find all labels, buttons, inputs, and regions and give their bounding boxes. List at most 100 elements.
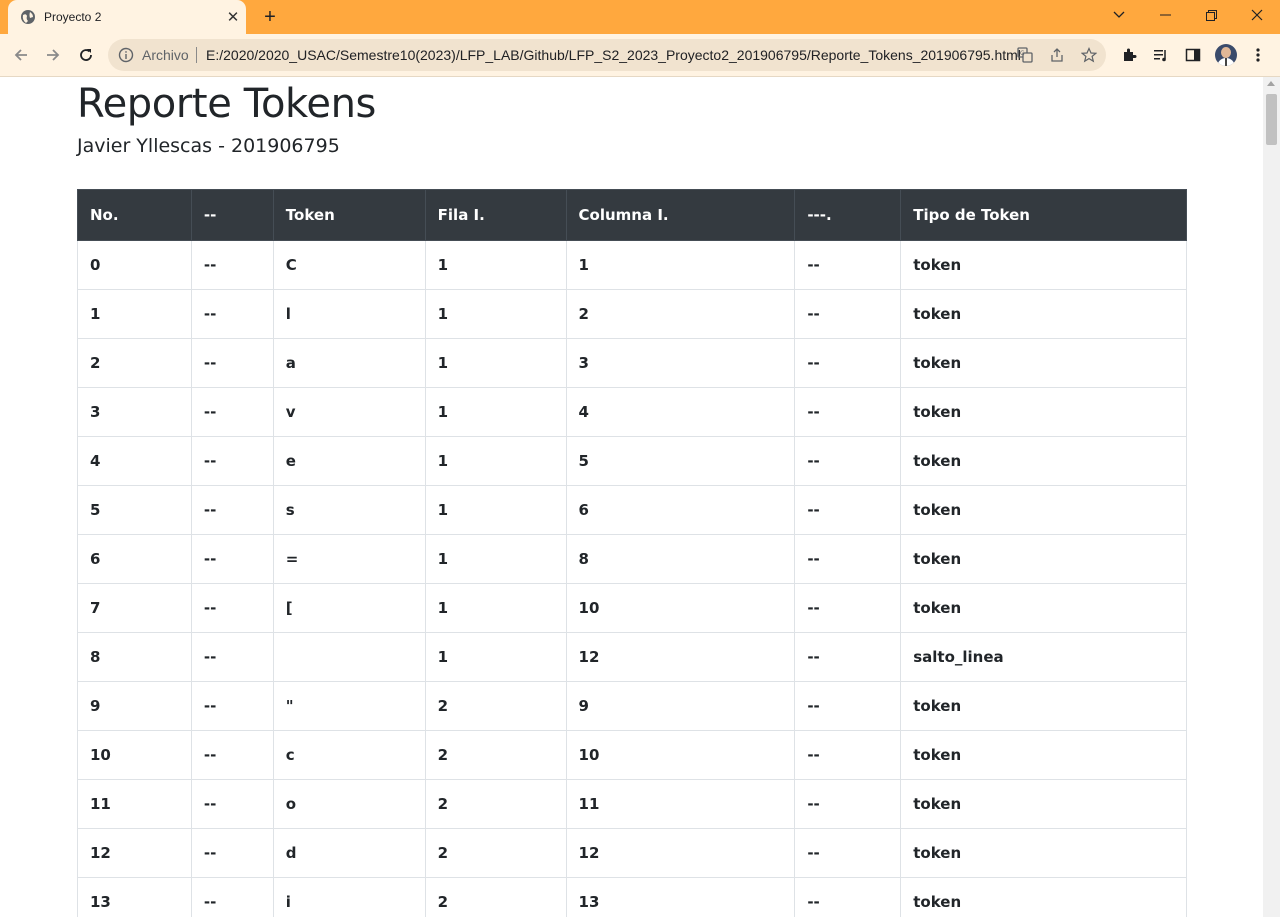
cell-token: " [272, 681, 426, 731]
cell-separator-2: -- [794, 730, 902, 780]
browser-tab[interactable]: Proyecto 2 ✕ [8, 0, 246, 34]
cell-no: 11 [77, 779, 192, 829]
cell-no: 10 [77, 730, 192, 780]
cell-no: 4 [77, 436, 192, 486]
cell-token: e [272, 436, 426, 486]
cell-tipo-token: token [900, 387, 1187, 437]
cell-fila: 1 [424, 338, 567, 388]
cell-separator-1: -- [190, 779, 274, 829]
cell-no: 13 [77, 877, 192, 917]
header-no: No. [77, 189, 192, 241]
cell-tipo-token: token [900, 240, 1187, 290]
cell-tipo-token: token [900, 681, 1187, 731]
table-row: 7 --[1 10 -- token [77, 583, 1187, 633]
cell-fila: 1 [424, 240, 567, 290]
cell-token: = [272, 534, 426, 584]
table-row: 10 -- c 2 10 -- token [77, 730, 1187, 780]
cell-separator-2: -- [794, 632, 902, 682]
tab-search-icon[interactable] [1096, 0, 1142, 30]
url-text[interactable]: E:/2020/2020_USAC/Semestre10(2023)/LFP_L… [206, 47, 1021, 63]
table-row: 2 -- a 1 3 -- token [77, 338, 1187, 388]
cell-no: 2 [77, 338, 192, 388]
cell-tipo-token: salto_linea [900, 632, 1187, 682]
vertical-scrollbar[interactable] [1263, 77, 1280, 917]
header-token: Token [272, 189, 426, 241]
cell-separator-2: -- [794, 828, 902, 878]
cell-columna: 11 [565, 779, 796, 829]
cell-separator-1: -- [190, 583, 274, 633]
cell-columna: 10 [565, 730, 796, 780]
menu-icon[interactable] [1248, 45, 1268, 65]
restore-button[interactable] [1188, 0, 1234, 30]
table-row: 3 -- v 1 4 -- token [77, 387, 1187, 437]
tokens-table: No. -- Token Fila I. Columna I. ---. Tipo de T… [77, 189, 1187, 917]
extensions-icon[interactable] [1120, 45, 1140, 65]
scroll-up-arrow[interactable] [1267, 81, 1275, 86]
cell-separator-2: -- [794, 240, 902, 290]
cell-tipo-token: token [900, 779, 1187, 829]
cell-fila: 1 [424, 289, 567, 339]
cell-token: i [272, 877, 426, 917]
table-row: 13 -- i 2 13 -- token [77, 877, 1187, 917]
page-subtitle: Javier Yllescas - 201906795 [77, 135, 340, 157]
cell-separator-1: -- [190, 338, 274, 388]
table-row: 8 -- 1 12 -- salto_linea [77, 632, 1187, 682]
close-tab-icon[interactable]: ✕ [224, 8, 242, 26]
cell-no: 5 [77, 485, 192, 535]
info-icon[interactable] [118, 47, 134, 63]
back-button[interactable] [7, 41, 35, 69]
cell-separator-1: -- [190, 240, 274, 290]
cell-token: s [272, 485, 426, 535]
translate-icon[interactable]: G [1016, 46, 1034, 64]
cell-token: [ [272, 583, 426, 633]
cell-no: 12 [77, 828, 192, 878]
cell-no: 0 [77, 240, 192, 290]
cell-tipo-token: token [900, 583, 1187, 633]
cell-separator-2: -- [794, 436, 902, 486]
cell-separator-2: -- [794, 289, 902, 339]
star-icon[interactable] [1080, 46, 1098, 64]
cell-separator-1: -- [190, 632, 274, 682]
cell-no: 1 [77, 289, 192, 339]
cell-columna: 10 [565, 583, 796, 633]
reload-button[interactable] [72, 41, 100, 69]
cell-separator-1: -- [190, 289, 274, 339]
cell-separator-1: -- [190, 387, 274, 437]
profile-avatar[interactable] [1215, 44, 1237, 66]
cell-token: c [272, 730, 426, 780]
cell-fila: 1 [424, 632, 567, 682]
scheme-label: Archivo [142, 47, 189, 63]
cell-tipo-token: token [900, 534, 1187, 584]
new-tab-button[interactable]: + [258, 5, 282, 29]
cell-columna: 5 [565, 436, 796, 486]
minimize-button[interactable] [1142, 0, 1188, 30]
cell-separator-1: -- [190, 436, 274, 486]
table-row: 9 -- " 2 9 -- token [77, 681, 1187, 731]
cell-token: o [272, 779, 426, 829]
cell-columna: 9 [565, 681, 796, 731]
cell-separator-2: -- [794, 779, 902, 829]
scrollbar-thumb[interactable] [1266, 94, 1277, 145]
cell-fila: 1 [424, 436, 567, 486]
cell-separator-1: -- [190, 730, 274, 780]
media-queue-icon[interactable] [1151, 45, 1171, 65]
cell-token: C [272, 240, 426, 290]
cell-separator-2: -- [794, 877, 902, 917]
svg-text:G: G [1020, 50, 1025, 57]
forward-button[interactable] [39, 41, 67, 69]
cell-separator-2: -- [794, 583, 902, 633]
side-panel-icon[interactable] [1183, 45, 1203, 65]
address-bar[interactable]: Archivo E:/2020/2020_USAC/Semestre10(202… [108, 39, 1106, 71]
cell-tipo-token: token [900, 485, 1187, 535]
page-title: Reporte Tokens [77, 81, 376, 127]
cell-columna: 12 [565, 632, 796, 682]
share-icon[interactable] [1048, 46, 1066, 64]
table-header-row: No. -- Token Fila I. Columna I. ---. Tipo de T… [77, 189, 1187, 241]
close-window-button[interactable] [1234, 0, 1280, 30]
cell-no: 9 [77, 681, 192, 731]
separator [196, 47, 197, 63]
cell-separator-2: -- [794, 681, 902, 731]
cell-separator-1: -- [190, 534, 274, 584]
cell-fila: 2 [424, 730, 567, 780]
cell-fila: 2 [424, 828, 567, 878]
